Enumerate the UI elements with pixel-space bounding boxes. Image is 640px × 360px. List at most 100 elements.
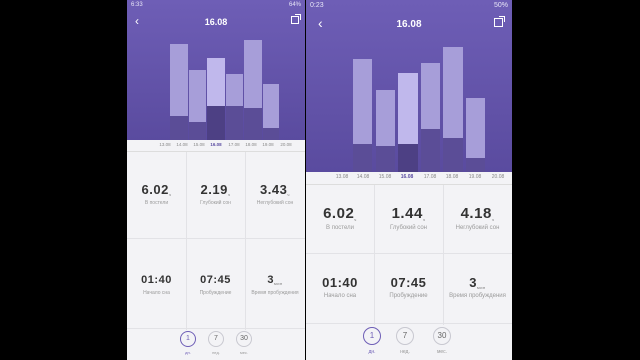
date-tick[interactable]: 20.08 bbox=[280, 142, 291, 147]
date-tick[interactable]: 18.08 bbox=[245, 142, 256, 147]
date-tick[interactable]: 15.08 bbox=[193, 142, 204, 147]
date-tick[interactable]: 20.08 bbox=[492, 174, 505, 180]
sleep-bars[interactable] bbox=[306, 47, 512, 172]
period-week-label: нед. bbox=[212, 350, 220, 355]
stat-label: Начало сна bbox=[323, 293, 357, 299]
bar-day[interactable] bbox=[443, 47, 463, 172]
period-day-label: дн. bbox=[368, 349, 376, 355]
title-bar: ‹ 16.08 bbox=[127, 12, 305, 32]
stat-light-sleep: 4.18ч Неглубокий сон bbox=[443, 185, 512, 253]
deep-sleep-segment bbox=[170, 116, 188, 140]
deep-sleep-segment bbox=[353, 144, 372, 172]
bar-day[interactable] bbox=[189, 70, 206, 140]
bar-day[interactable] bbox=[244, 40, 262, 140]
bar-day[interactable] bbox=[421, 63, 440, 172]
stat-value: 3 bbox=[469, 275, 478, 290]
sleep-bars[interactable] bbox=[127, 40, 305, 140]
date-tick[interactable]: 13.08 bbox=[336, 174, 349, 180]
bar-day[interactable] bbox=[376, 90, 395, 172]
period-month-button[interactable]: 30 bbox=[433, 327, 451, 345]
stat-deep-sleep: 1.44ч Глубокий сон bbox=[374, 185, 443, 253]
stat-in-bed: 6.02ч В постели bbox=[127, 152, 186, 238]
divider bbox=[306, 323, 512, 324]
deep-sleep-segment bbox=[466, 158, 485, 172]
light-sleep-segment bbox=[443, 47, 463, 138]
stat-unit: ч bbox=[168, 192, 172, 197]
bar-day[interactable] bbox=[170, 44, 188, 140]
stat-unit: ч bbox=[422, 217, 426, 222]
stat-value: 2.19 bbox=[200, 182, 228, 197]
period-week-label: нед. bbox=[400, 349, 410, 355]
period-week-button[interactable]: 7 bbox=[208, 331, 224, 347]
date-tick-selected[interactable]: 16.08 bbox=[401, 174, 414, 180]
phone-screen-right: 0:23 50% ‹ 16.08 13.08 14.08 15.08 16.08… bbox=[306, 0, 512, 360]
period-month-label: мес. bbox=[436, 349, 448, 355]
bar-day-selected[interactable] bbox=[207, 58, 225, 140]
stat-unit: ч bbox=[287, 192, 290, 197]
period-day-button[interactable]: 1 bbox=[180, 331, 196, 347]
date-title: 16.08 bbox=[396, 19, 422, 30]
bar-day[interactable] bbox=[263, 84, 279, 140]
bar-day[interactable] bbox=[466, 98, 485, 172]
light-sleep-segment bbox=[207, 58, 225, 106]
date-tick-selected[interactable]: 16.08 bbox=[210, 142, 221, 147]
stat-label: Пробуждение bbox=[199, 290, 232, 296]
stat-unit: ч bbox=[354, 217, 357, 222]
stat-wake-up: 07:45 Пробуждение bbox=[186, 238, 245, 328]
date-tick[interactable]: 17.08 bbox=[228, 142, 239, 147]
date-tick[interactable]: 15.08 bbox=[379, 174, 392, 180]
stats-grid: 6.02ч В постели 2.19ч Глубокий сон 3.43ч… bbox=[127, 152, 305, 360]
stat-value: 6.02 bbox=[141, 182, 169, 197]
stat-value: 01:40 bbox=[322, 275, 358, 290]
title-bar: ‹ 16.08 bbox=[306, 14, 512, 34]
stat-value: 3 bbox=[267, 274, 274, 286]
light-sleep-segment bbox=[170, 44, 188, 116]
battery-level: 50% bbox=[493, 2, 508, 9]
stat-deep-sleep: 2.19ч Глубокий сон bbox=[186, 152, 245, 238]
stat-in-bed: 6.02ч В постели bbox=[306, 185, 374, 253]
date-tick[interactable]: 17.08 bbox=[424, 174, 437, 180]
period-month-button[interactable]: 30 bbox=[236, 331, 252, 347]
stat-label: В постели bbox=[144, 200, 169, 206]
stat-awake-time: 3мин Время пробуждения bbox=[443, 253, 512, 323]
deep-sleep-segment bbox=[398, 144, 418, 172]
date-axis: 13.08 14.08 15.08 16.08 17.08 18.08 19.0… bbox=[127, 141, 305, 152]
status-bar: 6:33 64% bbox=[127, 0, 305, 12]
date-tick[interactable]: 18.08 bbox=[446, 174, 459, 180]
light-sleep-segment bbox=[189, 70, 206, 122]
deep-sleep-segment bbox=[376, 146, 395, 172]
stat-value: 07:45 bbox=[390, 275, 427, 290]
bar-day[interactable] bbox=[353, 59, 372, 172]
stat-value: 1.44 bbox=[391, 205, 423, 222]
stat-unit: мин bbox=[477, 285, 486, 290]
stat-value: 07:45 bbox=[200, 274, 231, 286]
deep-sleep-segment bbox=[226, 106, 243, 140]
light-sleep-segment bbox=[466, 98, 485, 158]
stat-sleep-start: 01:40 Начало сна bbox=[306, 253, 374, 323]
share-icon[interactable] bbox=[291, 14, 301, 24]
stat-label: Время пробуждения bbox=[449, 293, 506, 299]
date-tick[interactable]: 13.08 bbox=[159, 142, 170, 147]
light-sleep-segment bbox=[421, 63, 440, 129]
bar-day-selected[interactable] bbox=[398, 73, 418, 172]
date-tick[interactable]: 19.08 bbox=[262, 142, 273, 147]
stat-label: Глубокий сон bbox=[390, 225, 427, 231]
bar-day[interactable] bbox=[226, 74, 243, 140]
period-day-label: дн. bbox=[185, 350, 191, 355]
stat-awake-time: 3мин Время пробуждения bbox=[245, 238, 305, 328]
phone-screen-left: 6:33 64% ‹ 16.08 13.08 14.08 15.08 16.08… bbox=[127, 0, 305, 360]
light-sleep-segment bbox=[226, 74, 243, 106]
share-icon[interactable] bbox=[494, 16, 505, 27]
status-time: 6:33 bbox=[131, 2, 143, 8]
period-day-button[interactable]: 1 bbox=[363, 327, 381, 345]
battery-level: 64% bbox=[288, 2, 301, 8]
stat-value: 3.43 bbox=[260, 182, 288, 197]
date-tick[interactable]: 14.08 bbox=[176, 142, 187, 147]
stat-label: Время пробуждения bbox=[251, 290, 299, 296]
date-tick[interactable]: 19.08 bbox=[469, 174, 482, 180]
date-tick[interactable]: 14.08 bbox=[357, 174, 370, 180]
period-week-button[interactable]: 7 bbox=[396, 327, 414, 345]
stats-grid: 6.02ч В постели 1.44ч Глубокий сон 4.18ч… bbox=[306, 185, 512, 360]
deep-sleep-segment bbox=[189, 122, 206, 140]
stat-label: Начало сна bbox=[143, 290, 170, 296]
